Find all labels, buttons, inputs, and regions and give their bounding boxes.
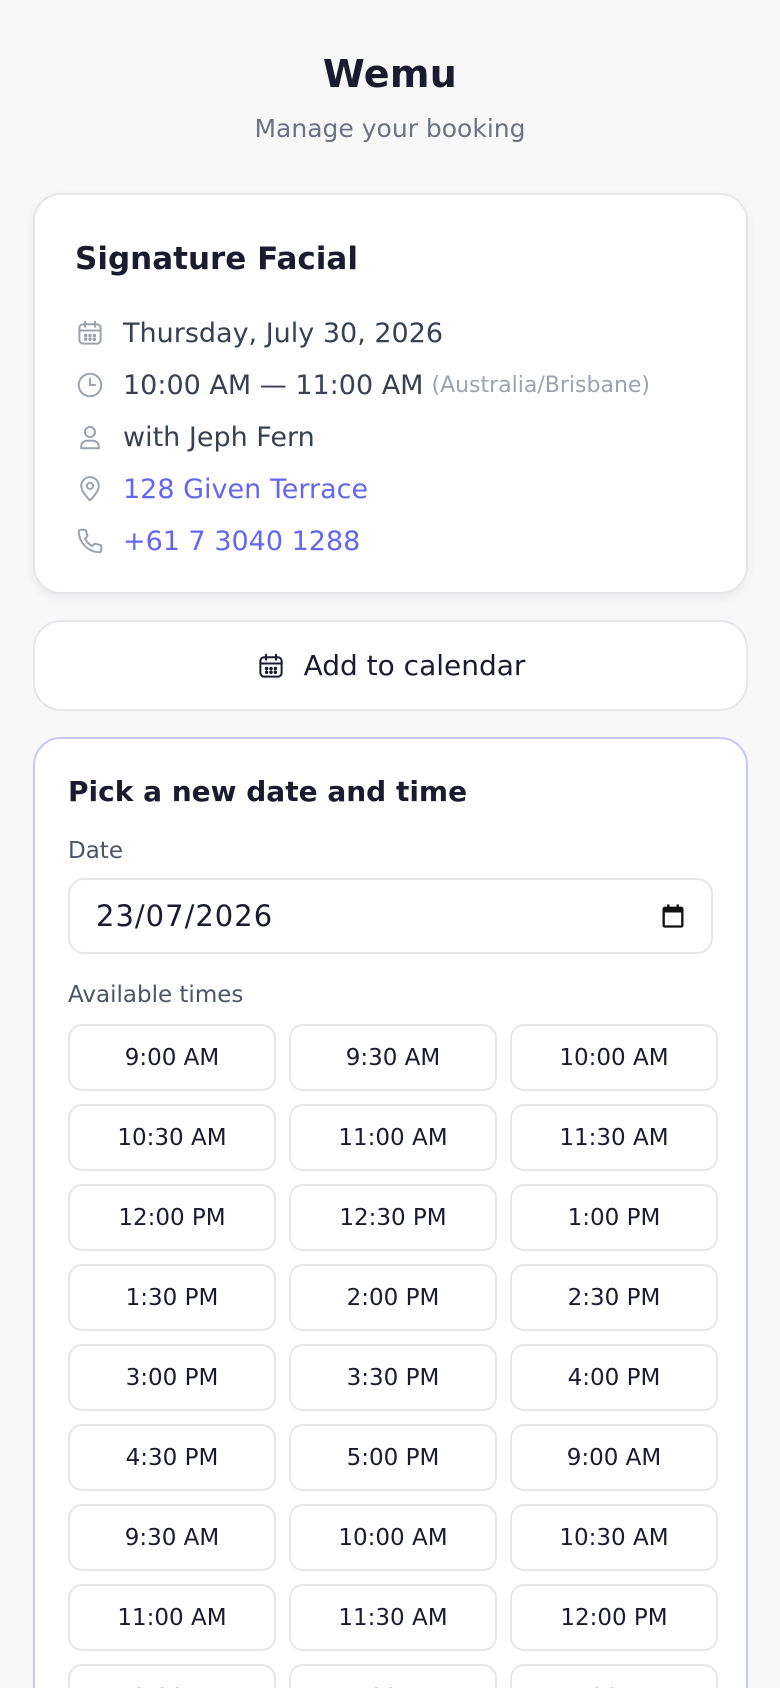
date-input[interactable]: 23/07/2026 (68, 878, 713, 954)
time-slot-button[interactable]: 12:30 PM (68, 1664, 276, 1688)
service-name: Signature Facial (75, 241, 358, 277)
time-slot-button[interactable]: 11:30 AM (289, 1584, 497, 1651)
time-slot-button[interactable]: 9:00 AM (68, 1024, 276, 1091)
brand-title: Wemu (322, 52, 458, 96)
time-slot-button[interactable]: 5:00 PM (289, 1424, 497, 1491)
time-slot-button[interactable]: 11:30 AM (510, 1104, 718, 1171)
add-to-calendar-button[interactable]: Add to calendar (33, 620, 748, 711)
time-slot-button[interactable]: 2:00 PM (289, 1264, 497, 1331)
reschedule-title: Pick a new date and time (68, 775, 468, 808)
time-slot-button[interactable]: 12:30 PM (289, 1184, 497, 1251)
time-slot-button[interactable]: 10:00 AM (289, 1504, 497, 1571)
time-slot-button[interactable]: 9:30 AM (289, 1024, 497, 1091)
time-slot-button[interactable]: 3:30 PM (289, 1344, 497, 1411)
time-slot-button[interactable]: 4:00 PM (510, 1344, 718, 1411)
calendar-icon (258, 653, 283, 678)
location-pin-icon (75, 474, 123, 504)
time-slot-button[interactable]: 1:00 PM (289, 1664, 497, 1688)
phone-link[interactable]: +61 7 3040 1288 (123, 526, 360, 557)
calendar-picker-icon[interactable] (659, 902, 687, 930)
booking-date-row: Thursday, July 30, 2026 (75, 307, 746, 359)
time-slot-button[interactable]: 1:30 PM (510, 1664, 718, 1688)
booking-details-card: Signature Facial Thursday, July 30, 2026… (33, 193, 748, 594)
booking-phone-row: +61 7 3040 1288 (75, 515, 746, 567)
time-slot-button[interactable]: 9:00 AM (510, 1424, 718, 1491)
time-slot-button[interactable]: 10:30 AM (68, 1104, 276, 1171)
time-slot-button[interactable]: 1:00 PM (510, 1184, 718, 1251)
clock-icon (75, 370, 123, 400)
reschedule-card: Pick a new date and time Date 23/07/2026… (33, 737, 748, 1688)
time-slot-button[interactable]: 11:00 AM (68, 1584, 276, 1651)
page-subtitle: Manage your booking (254, 114, 526, 143)
time-slot-button[interactable]: 1:30 PM (68, 1264, 276, 1331)
booking-time: 10:00 AM — 11:00 AM (123, 369, 424, 401)
time-slot-button[interactable]: 10:30 AM (510, 1504, 718, 1571)
booking-time-row: 10:00 AM — 11:00 AM (Australia/Brisbane) (75, 359, 746, 411)
booking-staff-row: with Jeph Fern (75, 411, 746, 463)
time-slot-button[interactable]: 9:30 AM (68, 1504, 276, 1571)
booking-page: Wemu Manage your booking Signature Facia… (0, 0, 780, 1688)
time-slot-button[interactable]: 4:30 PM (68, 1424, 276, 1491)
date-input-value: 23/07/2026 (96, 899, 274, 933)
address-link[interactable]: 128 Given Terrace (123, 474, 368, 505)
available-times-label: Available times (68, 982, 244, 1008)
booking-timezone: (Australia/Brisbane) (431, 372, 651, 398)
add-to-calendar-label: Add to calendar (303, 649, 526, 682)
time-slot-button[interactable]: 10:00 AM (510, 1024, 718, 1091)
header: Wemu Manage your booking (0, 0, 780, 143)
time-slot-button[interactable]: 11:00 AM (289, 1104, 497, 1171)
time-slot-button[interactable]: 12:00 PM (510, 1584, 718, 1651)
calendar-icon (75, 318, 123, 348)
booking-date: Thursday, July 30, 2026 (123, 317, 444, 349)
date-label: Date (68, 838, 123, 864)
time-slot-button[interactable]: 12:00 PM (68, 1184, 276, 1251)
phone-icon (75, 526, 123, 556)
time-slot-button[interactable]: 3:00 PM (68, 1344, 276, 1411)
time-slot-grid: 9:00 AM 9:30 AM 10:00 AM 10:30 AM 11:00 AM 11… (68, 1024, 718, 1688)
booking-address-row: 128 Given Terrace (75, 463, 746, 515)
person-icon (75, 422, 123, 452)
booking-staff: with Jeph Fern (123, 421, 315, 453)
time-slot-button[interactable]: 2:30 PM (510, 1264, 718, 1331)
